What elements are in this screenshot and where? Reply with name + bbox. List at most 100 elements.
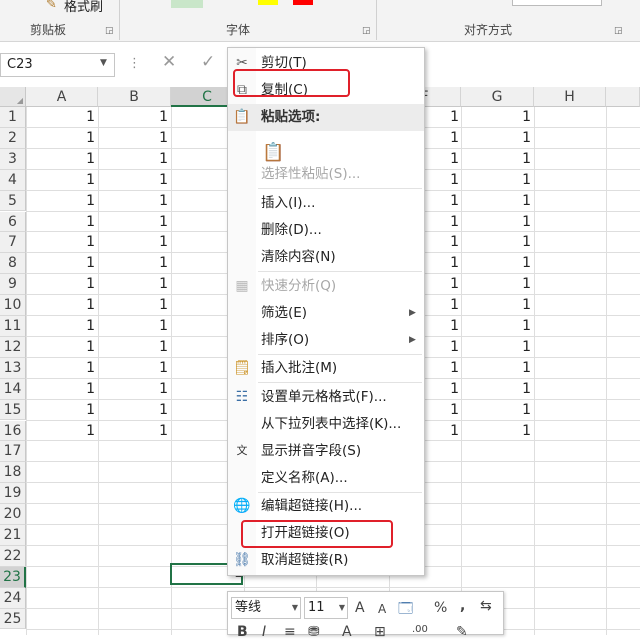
menu-item-remove-hyperlink[interactable]: ⛓ 取消超链接(R) [228, 547, 424, 574]
font-size-dropdown[interactable]: 11 ▼ [304, 597, 348, 619]
cell-G9[interactable]: 1 [461, 274, 534, 294]
cell-A12[interactable]: 1 [26, 337, 98, 357]
row-header-21[interactable]: 21 [0, 525, 26, 546]
column-header-B[interactable]: B [98, 87, 171, 107]
name-box[interactable]: C23 ▼ [0, 53, 115, 77]
row-header-8[interactable]: 8 [0, 253, 26, 275]
format-painter-icon[interactable]: ✎ [456, 624, 468, 640]
cancel-entry-button[interactable]: ✕ [162, 52, 176, 72]
row-header-22[interactable]: 22 [0, 545, 26, 567]
column-header-G[interactable]: G [461, 87, 534, 107]
cell-A5[interactable]: 1 [26, 191, 98, 211]
cell-A9[interactable]: 1 [26, 274, 98, 294]
increase-decimal-button[interactable]: .00 [412, 624, 428, 635]
row-header-11[interactable]: 11 [0, 316, 26, 337]
cell-A10[interactable]: 1 [26, 295, 98, 315]
fill-bucket-icon[interactable]: ⛃ [308, 624, 320, 640]
select-all-corner[interactable]: ◢ [0, 87, 26, 107]
row-header-17[interactable]: 17 [0, 441, 26, 463]
cell-B2[interactable]: 1 [98, 128, 171, 148]
cell-B12[interactable]: 1 [98, 337, 171, 357]
cell-B16[interactable]: 1 [98, 421, 171, 441]
row-header-20[interactable]: 20 [0, 504, 26, 525]
cell-B15[interactable]: 1 [98, 400, 171, 420]
row-header-24[interactable]: 24 [0, 587, 26, 609]
menu-item-clear-contents[interactable]: 清除内容(N) [228, 244, 424, 271]
row-header-1[interactable]: 1 [0, 107, 26, 128]
format-painter-button[interactable]: 格式刷 [64, 0, 103, 15]
cell-B8[interactable]: 1 [98, 253, 171, 273]
cell-B13[interactable]: 1 [98, 358, 171, 378]
row-header-15[interactable]: 15 [0, 399, 26, 421]
font-color-swatch[interactable] [293, 0, 313, 5]
cell-G1[interactable]: 1 [461, 107, 534, 127]
cell-A2[interactable]: 1 [26, 128, 98, 148]
cell-A15[interactable]: 1 [26, 400, 98, 420]
row-header-4[interactable]: 4 [0, 169, 26, 191]
cell-B1[interactable]: 1 [98, 107, 171, 127]
row-header-23[interactable]: 23 [0, 566, 26, 588]
row-header-14[interactable]: 14 [0, 378, 26, 400]
cell-A8[interactable]: 1 [26, 253, 98, 273]
bold-button[interactable]: B [237, 624, 248, 640]
column-header-A[interactable]: A [26, 87, 98, 107]
format-painter-icon[interactable]: ✎ [46, 0, 57, 12]
row-header-6[interactable]: 6 [0, 211, 26, 233]
menu-item-format-cells[interactable]: ☷ 设置单元格格式(F)... [228, 384, 424, 411]
cell-G16[interactable]: 1 [461, 421, 534, 441]
comma-button[interactable]: , [460, 598, 465, 614]
cell-B9[interactable]: 1 [98, 274, 171, 294]
borders-icon[interactable]: ⊞ [374, 624, 386, 640]
cell-G8[interactable]: 1 [461, 253, 534, 273]
more-options-icon[interactable]: ⋮ [128, 56, 141, 71]
font-launcher-icon[interactable]: ◲ [362, 26, 371, 36]
cell-G6[interactable]: 1 [461, 212, 534, 232]
cell-G13[interactable]: 1 [461, 358, 534, 378]
row-header-19[interactable]: 19 [0, 483, 26, 505]
cell-A13[interactable]: 1 [26, 358, 98, 378]
cell-A3[interactable]: 1 [26, 149, 98, 169]
cell-G11[interactable]: 1 [461, 316, 534, 336]
cell-G14[interactable]: 1 [461, 379, 534, 399]
fill-color-button[interactable] [171, 0, 203, 8]
accounting-format-icon[interactable]: 🗔 [398, 598, 413, 622]
menu-item-sort[interactable]: 排序(O) ▶ [228, 327, 424, 354]
cell-G12[interactable]: 1 [461, 337, 534, 357]
wrap-text-icon[interactable]: ⇆ [480, 598, 492, 614]
font-color-icon[interactable]: A [342, 624, 352, 640]
alignment-launcher-icon[interactable]: ◲ [614, 26, 623, 36]
menu-item-filter[interactable]: 筛选(E) ▶ [228, 300, 424, 327]
cell-B14[interactable]: 1 [98, 379, 171, 399]
cell-B7[interactable]: 1 [98, 232, 171, 252]
cell-B6[interactable]: 1 [98, 212, 171, 232]
fill-color-swatch[interactable] [258, 0, 278, 5]
cell-A14[interactable]: 1 [26, 379, 98, 399]
row-header-5[interactable]: 5 [0, 190, 26, 212]
cell-G2[interactable]: 1 [461, 128, 534, 148]
cell-A16[interactable]: 1 [26, 421, 98, 441]
cell-G15[interactable]: 1 [461, 400, 534, 420]
percent-button[interactable]: % [434, 600, 447, 616]
menu-item-insert[interactable]: 插入(I)... [228, 190, 424, 217]
row-header-2[interactable]: 2 [0, 127, 26, 149]
cell-G7[interactable]: 1 [461, 232, 534, 252]
menu-item-delete[interactable]: 删除(D)... [228, 217, 424, 244]
cell-A1[interactable]: 1 [26, 107, 98, 127]
menu-item-pick-from-list[interactable]: 从下拉列表中选择(K)... [228, 411, 424, 438]
row-header-18[interactable]: 18 [0, 462, 26, 484]
row-header-16[interactable]: 16 [0, 420, 26, 442]
menu-item-insert-comment[interactable]: 🗒 插入批注(M) [228, 355, 424, 382]
cell-B10[interactable]: 1 [98, 295, 171, 315]
merge-center-button[interactable] [512, 0, 602, 6]
column-header-H[interactable]: H [534, 87, 606, 107]
cell-B4[interactable]: 1 [98, 170, 171, 190]
menu-item-show-phonetic[interactable]: 文 显示拼音字段(S) [228, 438, 424, 465]
menu-item-edit-hyperlink[interactable]: 🌐 编辑超链接(H)... [228, 493, 424, 520]
row-header-12[interactable]: 12 [0, 336, 26, 358]
cell-B5[interactable]: 1 [98, 191, 171, 211]
cell-A11[interactable]: 1 [26, 316, 98, 336]
row-header-9[interactable]: 9 [0, 274, 26, 296]
chevron-down-icon[interactable]: ▼ [100, 58, 107, 68]
shrink-font-button[interactable]: A [378, 602, 386, 616]
clipboard-launcher-icon[interactable]: ◲ [105, 26, 114, 36]
